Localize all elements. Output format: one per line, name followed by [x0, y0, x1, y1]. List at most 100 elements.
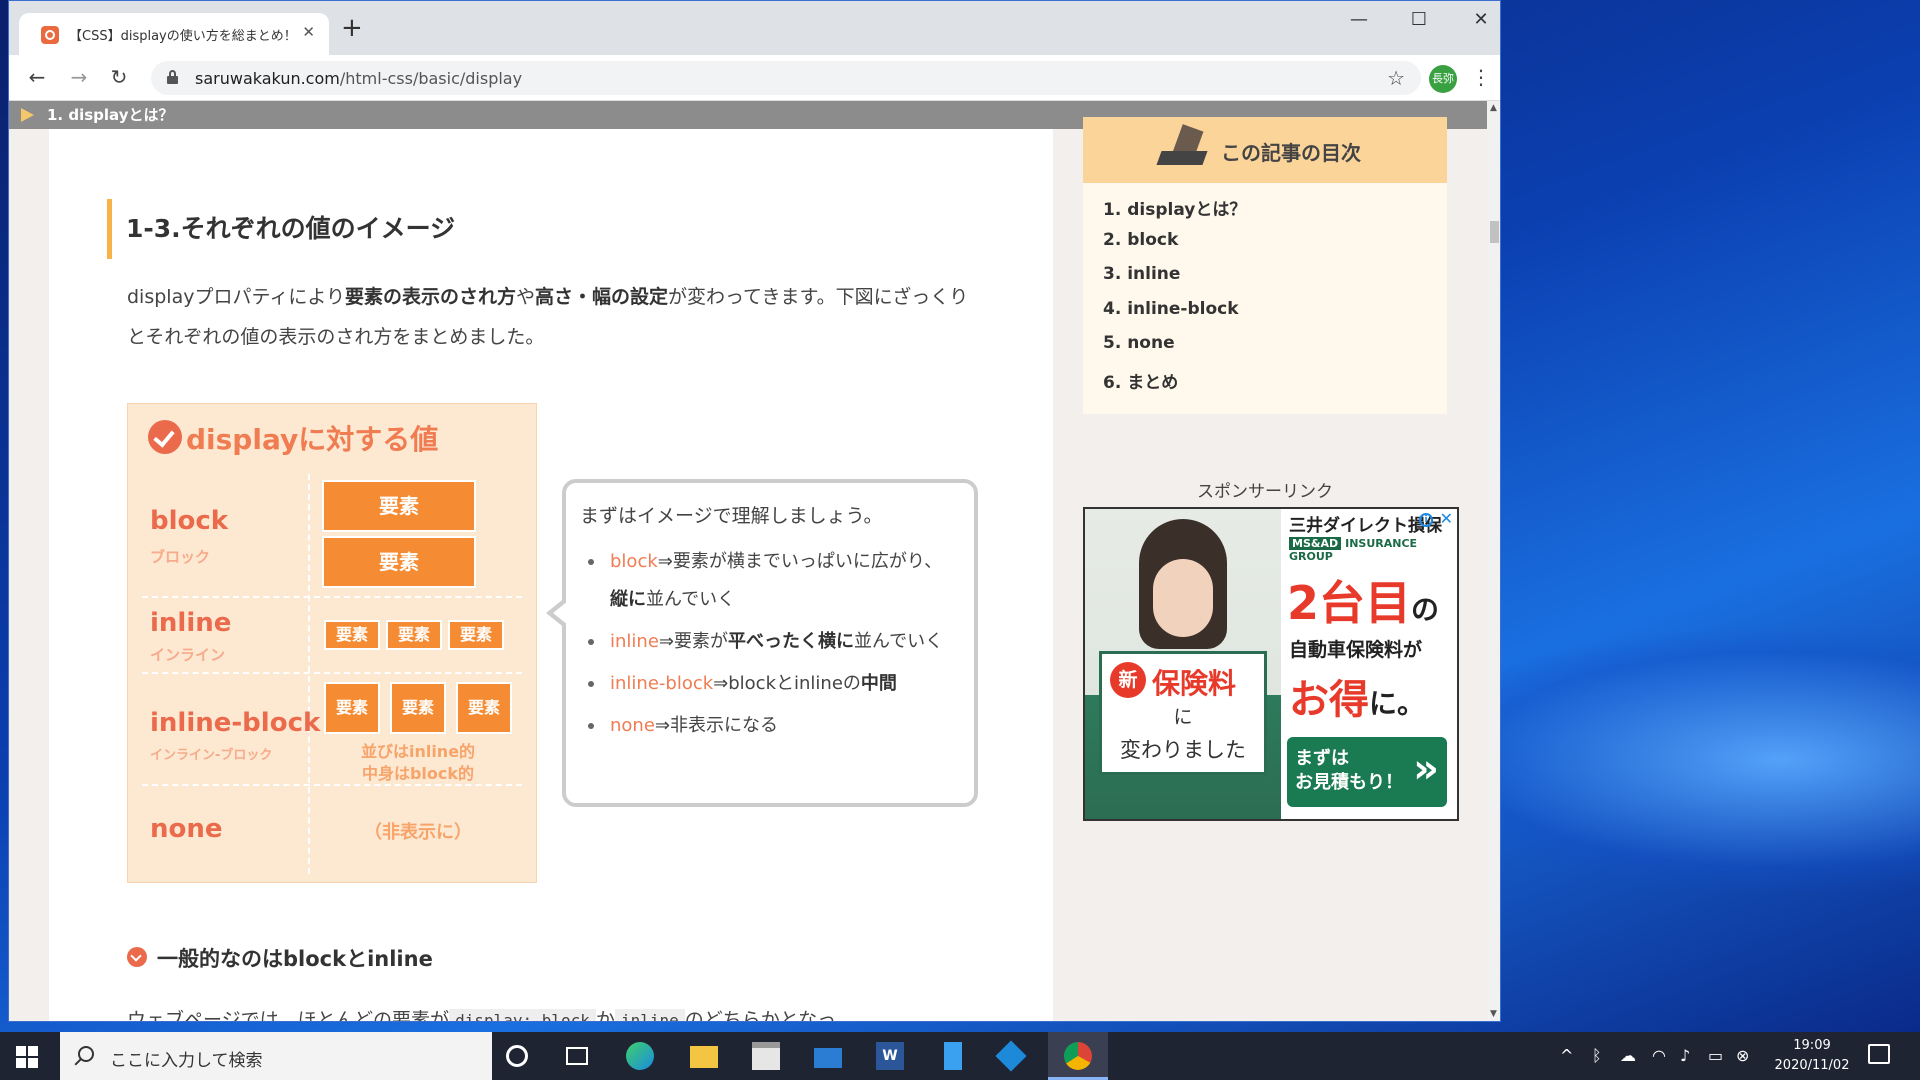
address-bar[interactable]: saruwakakun.com/html-css/basic/display ☆	[151, 61, 1421, 95]
store-icon[interactable]	[752, 1042, 780, 1070]
ad-sign-text: 変わりました	[1120, 738, 1246, 762]
inline-block-element-box: 要素	[456, 682, 512, 734]
ad-close-icon[interactable]: ✕	[1440, 509, 1453, 528]
windows-start-icon[interactable]	[16, 1046, 38, 1068]
tab-title: 【CSS】displayの使い方を総まとめ！	[69, 29, 297, 44]
bluetooth-icon[interactable]: ᛒ	[1592, 1046, 1602, 1065]
mail-icon[interactable]	[814, 1048, 842, 1068]
forward-button[interactable]: →	[65, 65, 93, 89]
clock-time: 19:09	[1793, 1038, 1831, 1053]
inline-block-note-2: 中身はblock的	[361, 764, 475, 783]
profile-avatar[interactable]: 長弥	[1429, 65, 1457, 93]
row-sub-inline-block: インライン-ブロック	[150, 748, 273, 763]
row-label-inline-block: inline-block	[150, 708, 321, 738]
page-scrollbar[interactable]: ▲ ▼	[1487, 101, 1500, 1021]
toc-item[interactable]: 4. inline-block	[1103, 299, 1246, 334]
browser-window: 【CSS】displayの使い方を総まとめ！ ✕ + — ☐ ✕ ← → ↻ s…	[8, 0, 1501, 1022]
callout-list: block⇒要素が横までいっぱいに広がり、縦に並んでいく inline⇒要素が平…	[580, 543, 960, 749]
list-item: none⇒非表示になる	[580, 707, 960, 745]
row-label-block: block	[150, 506, 229, 536]
callout-lead: まずはイメージで理解しましょう。	[580, 505, 883, 527]
toc-item[interactable]: 3. inline	[1103, 264, 1246, 299]
toc-item[interactable]: 2. block	[1103, 230, 1246, 265]
double-chevron-icon: »	[1413, 746, 1439, 792]
new-tab-button[interactable]: +	[341, 15, 363, 41]
inline-element-box: 要素	[386, 620, 442, 650]
task-view-icon[interactable]	[566, 1047, 588, 1065]
volume-icon[interactable]: ♪	[1680, 1046, 1690, 1065]
ad-sign-title: 保険料	[1152, 667, 1237, 700]
chevron-circle-icon	[127, 947, 147, 967]
edge-icon[interactable]	[626, 1042, 654, 1070]
row-sub-inline: インライン	[150, 646, 226, 664]
toc-item[interactable]: 5. none	[1103, 333, 1246, 368]
intro-paragraph: displayプロパティにより要素の表示のされ方や高さ・幅の設定が変わってきます…	[127, 286, 969, 348]
sticky-header-text: 1. displayとは？	[47, 106, 174, 124]
site-favicon-icon	[41, 26, 59, 44]
display-values-figure: displayに対する値 block ブロック 要素 要素 inline インラ…	[127, 403, 537, 883]
ad-quote-label: まずは お見積もり！	[1295, 748, 1403, 793]
row-label-none: none	[150, 814, 223, 844]
notification-icon[interactable]	[1868, 1044, 1890, 1064]
back-button[interactable]: ←	[23, 65, 51, 89]
none-note: （非表示に）	[364, 822, 472, 843]
close-window-button[interactable]: ✕	[1461, 9, 1500, 30]
reload-button[interactable]: ↻	[105, 65, 133, 89]
wifi-icon[interactable]: ◠	[1652, 1046, 1666, 1065]
tab-close-icon[interactable]: ✕	[302, 23, 315, 41]
cutoff-paragraph: ウェブページでは、ほとんどの要素が display: block か inline のど…	[127, 1005, 836, 1021]
chrome-icon[interactable]	[1064, 1042, 1092, 1070]
word-icon[interactable]: W	[876, 1042, 904, 1070]
figure-title: displayに対する値	[186, 423, 439, 456]
bookmark-star-icon[interactable]: ☆	[1387, 66, 1405, 90]
tab-bar: 【CSS】displayの使い方を総まとめ！ ✕ + — ☐ ✕	[9, 1, 1500, 55]
lock-icon	[167, 70, 178, 84]
inline-element-box: 要素	[448, 620, 504, 650]
ad-headline: 2台目の	[1287, 576, 1440, 630]
scroll-down-icon[interactable]: ▼	[1490, 1009, 1497, 1019]
article-body: 1-3.それぞれの値のイメージ displayプロパティにより要素の表示のされ方…	[49, 129, 1053, 1021]
ad-sign-new: 新	[1110, 662, 1146, 698]
insurance-ad-banner[interactable]: 新 保険料 に 変わりました 三井ダイレクト損保 MS&AD INSURANCE …	[1083, 507, 1459, 821]
subheading: 一般的なのはblockとinline	[127, 943, 433, 973]
toc-item[interactable]: 6. まとめ	[1103, 368, 1246, 403]
phone-app-icon[interactable]	[944, 1042, 962, 1070]
toc-item[interactable]: 1. displayとは？	[1103, 195, 1246, 230]
clock-date: 2020/11/02	[1774, 1058, 1850, 1073]
search-placeholder: ここに入力して検索	[110, 1051, 263, 1071]
cortana-icon[interactable]	[506, 1045, 528, 1067]
minimize-button[interactable]: —	[1339, 9, 1379, 30]
list-item: inline⇒要素が平べったく横に並んでいく	[580, 623, 960, 661]
ad-otoku: お得に。	[1289, 677, 1426, 723]
vscode-icon[interactable]	[995, 1040, 1027, 1072]
inline-block-element-box: 要素	[324, 682, 380, 734]
search-icon	[78, 1046, 94, 1062]
scroll-up-icon[interactable]: ▲	[1490, 103, 1497, 113]
chevron-up-icon[interactable]: ^	[1560, 1046, 1573, 1065]
file-explorer-icon[interactable]	[690, 1046, 718, 1068]
divider	[142, 596, 522, 598]
divider	[142, 672, 522, 674]
books-icon	[1156, 124, 1208, 171]
system-clock[interactable]: 19:09 2020/11/02	[1752, 1036, 1872, 1076]
row-label-inline: inline	[150, 608, 232, 638]
triangle-icon	[21, 108, 34, 122]
ad-photo: 新 保険料 に 変わりました	[1085, 509, 1281, 819]
network-off-icon[interactable]: ⊗	[1736, 1046, 1749, 1065]
taskbar-search-box[interactable]: ここに入力して検索	[60, 1032, 492, 1080]
ad-info-icon[interactable]: i	[1419, 513, 1433, 527]
scrollbar-thumb[interactable]	[1490, 221, 1499, 243]
cloud-icon[interactable]: ☁	[1620, 1046, 1636, 1065]
section-heading: 1-3.それぞれの値のイメージ	[107, 199, 455, 259]
maximize-button[interactable]: ☐	[1399, 9, 1439, 30]
row-sub-block: ブロック	[150, 548, 211, 566]
battery-icon[interactable]: ▭	[1708, 1046, 1723, 1065]
ad-subline: 自動車保険料が	[1289, 639, 1423, 661]
ad-quote-button[interactable]: まずは お見積もり！ »	[1287, 737, 1447, 807]
browser-toolbar: ← → ↻ saruwakakun.com/html-css/basic/dis…	[9, 55, 1500, 101]
inline-block-note-1: 並びはinline的	[360, 742, 476, 761]
list-item: block⇒要素が横までいっぱいに広がり、縦に並んでいく	[580, 543, 960, 619]
browser-tab[interactable]: 【CSS】displayの使い方を総まとめ！ ✕	[19, 13, 329, 55]
browser-menu-icon[interactable]: ⋮	[1471, 65, 1491, 89]
url-text: saruwakakun.com/html-css/basic/display	[195, 69, 523, 88]
